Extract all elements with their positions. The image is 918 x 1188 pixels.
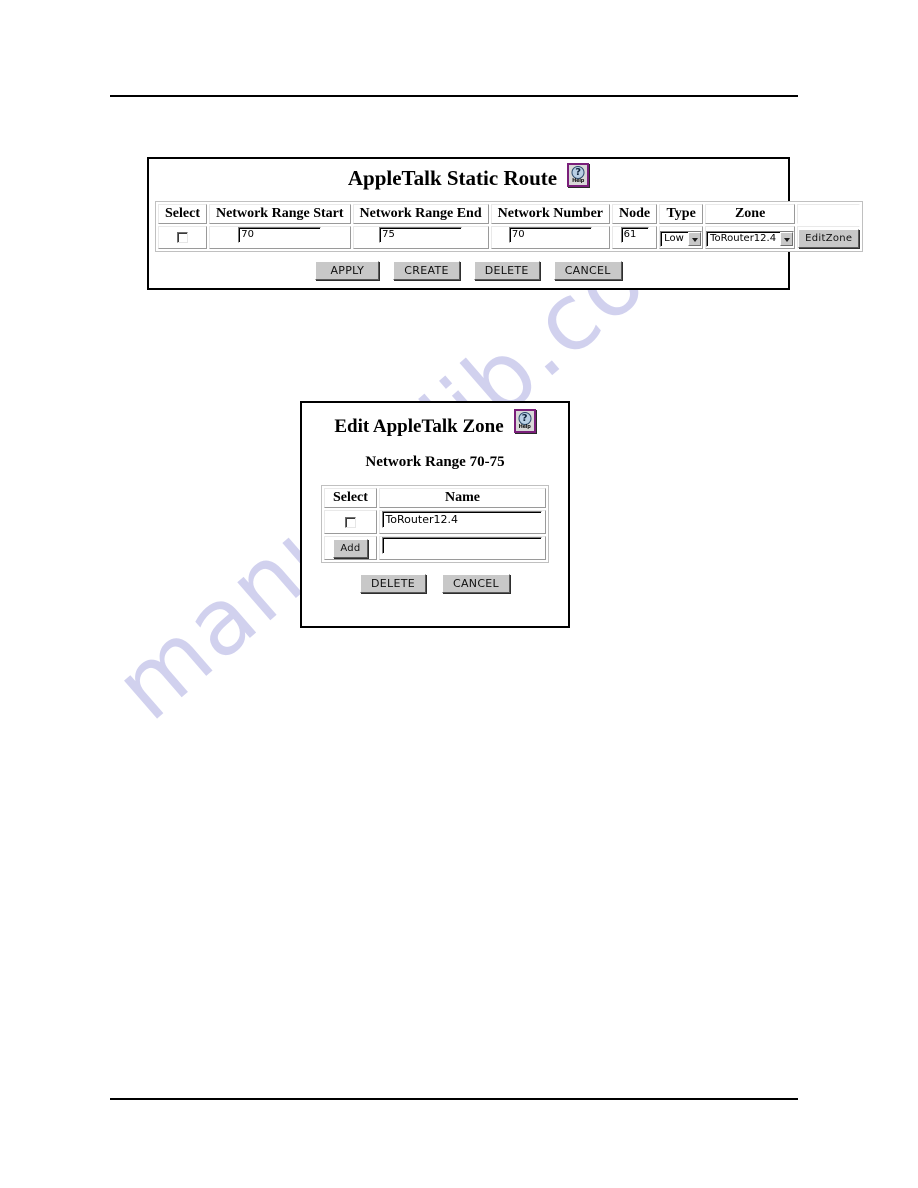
create-button[interactable]: CREATE — [393, 261, 460, 280]
zone-row-select-checkbox[interactable] — [344, 516, 356, 528]
page-header-rule — [110, 95, 798, 97]
help-icon[interactable]: ? Help — [513, 408, 536, 433]
static-route-header-row: Select Network Range Start Network Range… — [158, 204, 861, 224]
column-header-zone: Zone — [705, 204, 796, 224]
add-button[interactable]: Add — [333, 539, 368, 558]
cell-node: 61 — [612, 226, 658, 249]
cell-zone: ToRouter12.4 — [705, 226, 796, 249]
delete-button[interactable]: DELETE — [473, 261, 540, 280]
edit-appletalk-zone-panel: Edit AppleTalk Zone ? Help Network Range… — [300, 401, 570, 628]
static-route-button-row: APPLY CREATE DELETE CANCEL — [149, 261, 788, 280]
network-range-start-input[interactable]: 70 — [238, 227, 322, 243]
page-footer-rule — [110, 1098, 798, 1100]
network-number-input[interactable]: 70 — [508, 227, 592, 243]
zone-name-input[interactable]: ToRouter12.4 — [382, 511, 543, 528]
cell-select — [324, 510, 377, 534]
column-header-network-number: Network Number — [490, 204, 611, 224]
cell-actions: EditZone — [797, 226, 861, 249]
cell-network-number: 70 — [490, 226, 611, 249]
cell-type: Low — [659, 226, 704, 249]
chevron-down-icon[interactable] — [780, 232, 794, 246]
edit-zone-button[interactable]: EditZone — [798, 228, 860, 248]
apply-button[interactable]: APPLY — [315, 261, 380, 280]
column-header-node: Node — [612, 204, 658, 224]
row-select-checkbox[interactable] — [176, 232, 188, 244]
column-header-network-range-end: Network Range End — [352, 204, 489, 224]
add-row: Add — [324, 536, 546, 560]
type-dropdown[interactable]: Low — [660, 231, 703, 247]
edit-zone-table-wrap: Select Name ToRouter12.4 Add — [302, 485, 568, 563]
column-header-select: Select — [158, 204, 207, 224]
type-dropdown-value: Low — [664, 233, 684, 244]
column-header-network-range-start: Network Range Start — [208, 204, 351, 224]
table-row: ToRouter12.4 — [324, 510, 546, 534]
static-route-title-row: AppleTalk Static Route ? Help — [149, 159, 788, 191]
edit-zone-title-row: Edit AppleTalk Zone ? Help — [302, 403, 568, 438]
edit-zone-table: Select Name ToRouter12.4 Add — [321, 485, 549, 563]
static-route-title: AppleTalk Static Route — [347, 166, 558, 190]
zone-dropdown-value: ToRouter12.4 — [710, 233, 777, 244]
cell-select — [158, 226, 207, 249]
help-icon[interactable]: ? Help — [567, 163, 590, 187]
column-header-actions — [797, 204, 861, 224]
column-header-select: Select — [324, 488, 377, 508]
table-row: 70 75 70 61 Low ToRouter12.4 EditZone — [158, 226, 861, 249]
help-icon-label: Help — [518, 423, 531, 430]
column-header-type: Type — [659, 204, 704, 224]
applettalk-static-route-panel: AppleTalk Static Route ? Help Select Net… — [147, 157, 864, 290]
edit-zone-header-row: Select Name — [324, 488, 546, 508]
cell-network-range-start: 70 — [208, 226, 351, 249]
cell-network-range-end: 75 — [352, 226, 489, 249]
cancel-button[interactable]: CANCEL — [441, 574, 510, 593]
delete-button[interactable]: DELETE — [360, 574, 426, 593]
edit-zone-title: Edit AppleTalk Zone — [334, 416, 504, 437]
cell-new-zone-name — [378, 536, 546, 560]
network-range-end-input[interactable]: 75 — [379, 227, 463, 243]
cancel-button[interactable]: CANCEL — [553, 261, 622, 280]
column-header-name: Name — [378, 488, 546, 508]
cell-zone-name: ToRouter12.4 — [378, 510, 546, 534]
edit-zone-button-row: DELETE CANCEL — [302, 574, 568, 593]
cell-add-action: Add — [324, 536, 377, 560]
node-input[interactable]: 61 — [620, 227, 649, 243]
help-icon-label: Help — [572, 178, 585, 184]
static-route-table: Select Network Range Start Network Range… — [155, 201, 864, 252]
chevron-down-icon[interactable] — [688, 232, 702, 246]
new-zone-name-input[interactable] — [382, 537, 543, 554]
zone-dropdown[interactable]: ToRouter12.4 — [706, 231, 795, 247]
static-route-table-wrap: Select Network Range Start Network Range… — [149, 201, 864, 252]
edit-zone-subtitle: Network Range 70-75 — [365, 454, 505, 470]
